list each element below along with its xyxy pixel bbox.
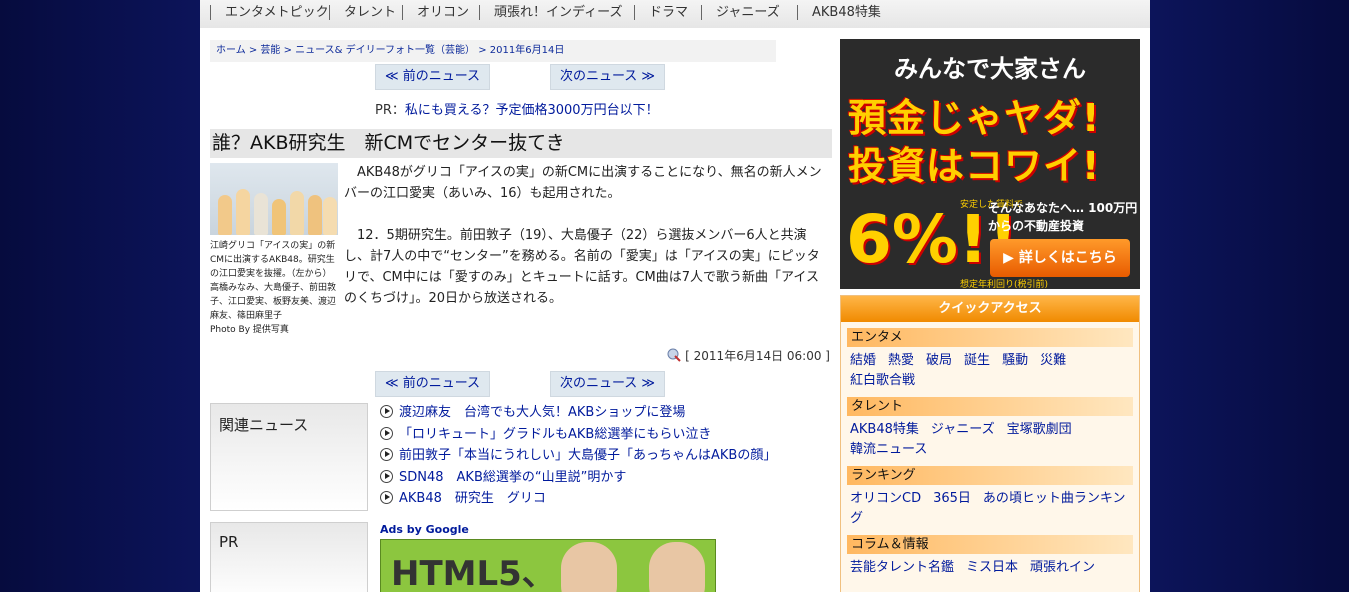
quick-link[interactable]: 破局 bbox=[926, 353, 952, 368]
article-paragraph: 12．5期研究生。前田敦子（19）、大島優子（22）ら選抜メンバー6人と共演し、… bbox=[344, 228, 820, 306]
quick-category-talent: タレント bbox=[847, 397, 1133, 416]
quick-link[interactable]: 芸能タレント名鑑 bbox=[850, 560, 954, 575]
banner-heading: みんなで大家さん bbox=[894, 55, 1086, 83]
quick-link[interactable]: 宝塚歌劇団 bbox=[1007, 422, 1072, 437]
quick-link[interactable]: 熱愛 bbox=[888, 353, 914, 368]
quick-links-entame: 結婚 熱愛 破局 誕生 騒動 災難紅白歌合戦 bbox=[841, 347, 1139, 391]
pr-link[interactable]: 私にも買える？予定価格3000万円台以下！ bbox=[405, 103, 659, 118]
quick-link[interactable]: ジャニーズ bbox=[931, 422, 995, 437]
banner-line: 投資はコワイ! bbox=[848, 144, 1101, 188]
quick-links-column: 芸能タレント名鑑 ミス日本 頑張れイン bbox=[841, 554, 1139, 578]
quick-link[interactable]: 365日 bbox=[933, 491, 971, 506]
play-arrow-icon bbox=[380, 469, 393, 483]
nav-item-entame[interactable]: エンタメトピック bbox=[210, 5, 329, 20]
nav-item-drama[interactable]: ドラマ bbox=[634, 5, 688, 20]
pr-line: PR：私にも買える？予定価格3000万円台以下！ bbox=[375, 99, 659, 118]
quick-category-ranking: ランキング bbox=[847, 466, 1133, 485]
photo-credit: Photo By 提供写真 bbox=[210, 325, 289, 335]
related-news-item[interactable]: AKB48 研究生 グリコ bbox=[380, 488, 776, 510]
quick-link[interactable]: 誕生 bbox=[964, 353, 990, 368]
related-news-list: 渡辺麻友 台湾でも大人気！AKBショップに登場 「ロリキュート」グラドルもAKB… bbox=[380, 402, 776, 510]
quick-link[interactable]: 災難 bbox=[1040, 353, 1066, 368]
pr-label: PR： bbox=[375, 103, 405, 118]
nav-item-talent[interactable]: タレント bbox=[329, 5, 396, 20]
article-body: AKB48がグリコ「アイスの実」の新CMに出演することになり、無名の新人メンバー… bbox=[344, 162, 830, 309]
quick-link[interactable]: オリコンCD bbox=[850, 491, 921, 506]
quick-link[interactable]: ミス日本 bbox=[966, 560, 1018, 575]
ad-person-image bbox=[561, 542, 617, 592]
play-arrow-icon bbox=[380, 491, 393, 504]
play-arrow-icon bbox=[380, 448, 393, 461]
quick-link[interactable]: AKB48特集 bbox=[850, 422, 919, 437]
quick-category-column: コラム＆情報 bbox=[847, 535, 1133, 554]
prev-news-button[interactable]: ≪ 前のニュース bbox=[375, 64, 490, 90]
breadcrumb[interactable]: ホーム > 芸能 > ニュース& デイリーフォト一覧（芸能） > 2011年6月… bbox=[210, 40, 776, 62]
quick-access-panel: クイックアクセス エンタメ 結婚 熱愛 破局 誕生 騒動 災難紅白歌合戦 タレント AKB… bbox=[840, 295, 1140, 592]
quick-links-ranking: オリコンCD 365日 あの頃ヒット曲ランキング bbox=[841, 485, 1139, 529]
next-news-button[interactable]: 次のニュース ≫ bbox=[550, 64, 665, 90]
nav-item-indies[interactable]: 頑張れ！インディーズ bbox=[479, 5, 622, 20]
pr-heading: PR bbox=[210, 522, 368, 592]
quick-access-title: クイックアクセス bbox=[841, 296, 1139, 322]
quick-link[interactable]: 頑張れイン bbox=[1030, 560, 1095, 575]
bookmark-icon[interactable] bbox=[667, 348, 681, 362]
quick-link[interactable]: 結婚 bbox=[850, 353, 876, 368]
nav-item-akb48[interactable]: AKB48特集 bbox=[797, 5, 881, 20]
ads-by-google-label[interactable]: Ads by Google bbox=[380, 523, 469, 536]
article-date: [ 2011年6月14日 06:00 ] bbox=[666, 347, 830, 364]
play-arrow-icon bbox=[380, 405, 393, 418]
banner-note: 想定年利回り(税引前) bbox=[960, 280, 1049, 289]
quick-link[interactable]: 韓流ニュース bbox=[850, 442, 927, 457]
article-title: 誰？AKB研究生 新CMでセンター抜てき bbox=[210, 129, 832, 158]
ad-person-image bbox=[649, 542, 705, 592]
play-arrow-icon bbox=[380, 426, 393, 440]
top-navigation: エンタメトピック タレント オリコン 頑張れ！インディーズ ドラマ ジャニーズ … bbox=[200, 0, 1150, 28]
related-news-item[interactable]: 渡辺麻友 台湾でも大人気！AKBショップに登場 bbox=[380, 402, 776, 424]
quick-links-talent: AKB48特集 ジャニーズ 宝塚歌劇団韓流ニュース bbox=[841, 416, 1139, 460]
related-news-item[interactable]: SDN48 AKB総選挙の“山里説”明かす bbox=[380, 467, 776, 489]
related-news-heading: 関連ニュース bbox=[210, 403, 368, 511]
investment-ad-banner[interactable]: みんなで大家さん 預金じゃヤダ! 投資はコワイ! 安定した賃料で 6%!! 想定… bbox=[840, 39, 1140, 289]
banner-line: 預金じゃヤダ! bbox=[848, 96, 1101, 140]
page: エンタメトピック タレント オリコン 頑張れ！インディーズ ドラマ ジャニーズ … bbox=[200, 0, 1150, 592]
article-paragraph: AKB48がグリコ「アイスの実」の新CMに出演することになり、無名の新人メンバー… bbox=[344, 165, 822, 201]
banner-subtext: そんなあなたへ… 100万円からの不動産投資 bbox=[988, 201, 1138, 233]
quick-link[interactable]: 騒動 bbox=[1002, 353, 1028, 368]
ad-banner[interactable]: HTML5、 bbox=[380, 539, 716, 592]
quick-link[interactable]: 紅白歌合戦 bbox=[850, 373, 915, 388]
nav-item-johnnys[interactable]: ジャニーズ bbox=[701, 5, 780, 20]
article-photo[interactable] bbox=[210, 163, 338, 235]
related-news-item[interactable]: 「ロリキュート」グラドルもAKB総選挙にもらい泣き bbox=[380, 424, 776, 446]
banner-details-button[interactable]: ▶ 詳しくはこちら bbox=[990, 239, 1130, 277]
nav-item-oricon[interactable]: オリコン bbox=[402, 5, 469, 20]
next-news-button-bottom[interactable]: 次のニュース ≫ bbox=[550, 371, 665, 397]
prev-news-button-bottom[interactable]: ≪ 前のニュース bbox=[375, 371, 490, 397]
ad-text: HTML5、 bbox=[391, 554, 556, 592]
related-news-item[interactable]: 前田敦子「本当にうれしい」大島優子「あっちゃんはAKBの顔」 bbox=[380, 445, 776, 467]
quick-category-entame: エンタメ bbox=[847, 328, 1133, 347]
photo-caption: 江崎グリコ「アイスの実」の新CMに出演するAKB48。研究生の江口愛実を抜擢。（… bbox=[210, 239, 340, 337]
